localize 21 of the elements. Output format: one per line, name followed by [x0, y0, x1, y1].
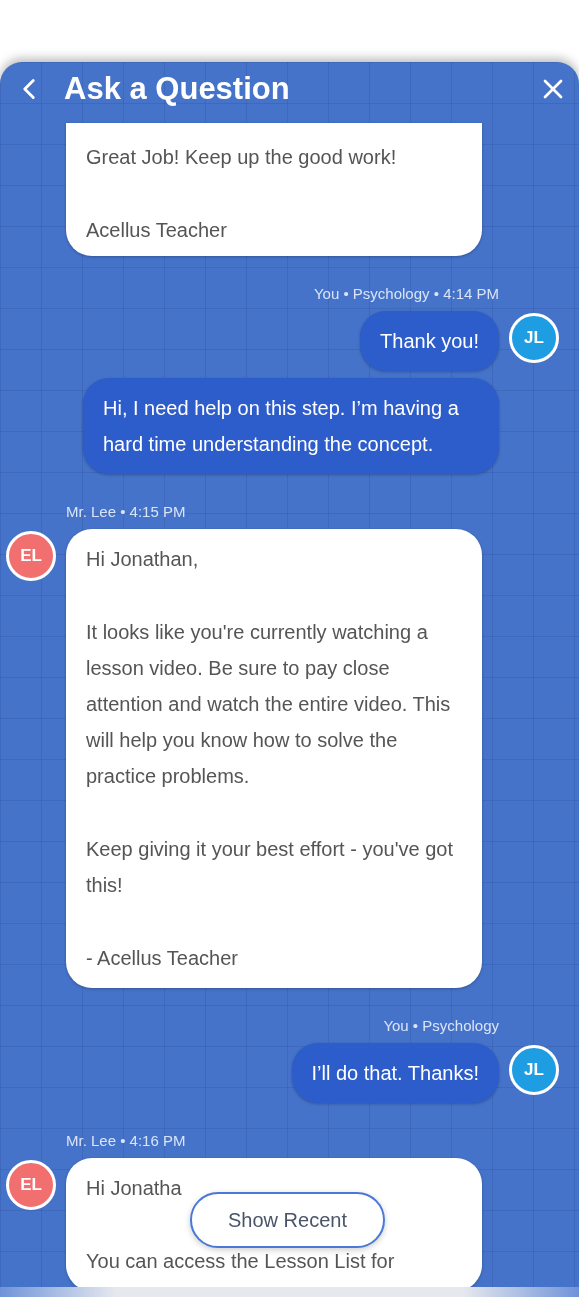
- message-text: Hi Jonatha: [86, 1176, 182, 1201]
- message-meta: You • Psychology: [383, 1017, 499, 1034]
- message-text: - Acellus Teacher: [86, 946, 238, 971]
- message-text: Hi Jonathan,: [86, 547, 199, 572]
- message-text: Acellus Teacher: [86, 218, 227, 243]
- show-recent-button[interactable]: Show Recent: [190, 1192, 385, 1248]
- message-text: I’ll do that. Thanks!: [311, 1061, 479, 1086]
- avatar: JL: [509, 313, 559, 363]
- message-meta: Mr. Lee • 4:15 PM: [66, 503, 186, 520]
- avatar: JL: [509, 1045, 559, 1095]
- message-text: It looks like you're currently watching a lesson video. Be sure to pay close attention and watch the entire video. This will help you know how to solve the practice problems.: [86, 620, 452, 789]
- avatar: EL: [6, 1160, 56, 1210]
- message-meta: Mr. Lee • 4:16 PM: [66, 1132, 186, 1149]
- message-meta: You • Psychology • 4:14 PM: [313, 285, 499, 302]
- message-text: Keep giving it your best effort - you've got this!: [86, 837, 454, 898]
- message-text: Hi, I need help on this step. I’m having a hard time understanding the concept.: [103, 396, 460, 457]
- message-text: You can access the Lesson List for: [86, 1249, 395, 1274]
- window-title: Ask a Question: [64, 71, 291, 107]
- message-text: Great Job! Keep up the good work!: [86, 145, 397, 170]
- avatar: EL: [6, 531, 56, 581]
- message-text: Thank you!: [380, 329, 479, 354]
